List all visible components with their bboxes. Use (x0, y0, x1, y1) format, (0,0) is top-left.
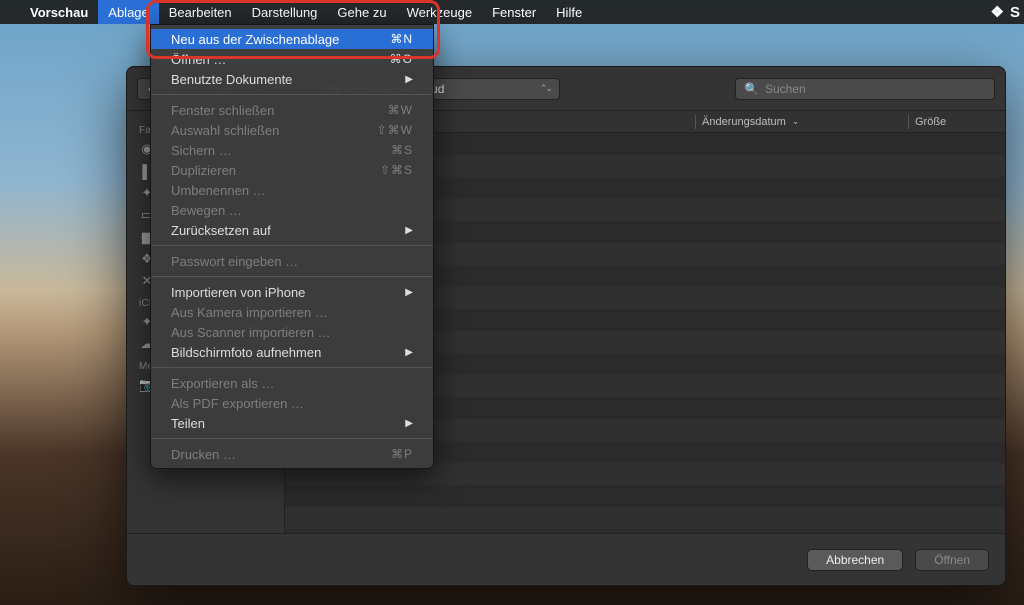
menubar: Vorschau AblageBearbeitenDarstellungGehe… (0, 0, 1024, 24)
chevron-right-icon: ▶ (405, 287, 413, 298)
menu-fenster[interactable]: Fenster (482, 0, 546, 24)
column-date[interactable]: Änderungsdatum ⌄ (702, 116, 902, 128)
menu-item: Als PDF exportieren … (151, 393, 433, 413)
menu-item: Exportieren als … (151, 373, 433, 393)
open-button[interactable]: Öffnen (915, 549, 989, 571)
search-field[interactable]: 🔍 Suchen (735, 78, 995, 100)
menu-ablage[interactable]: Ablage (98, 0, 158, 24)
menu-item[interactable]: Teilen▶ (151, 413, 433, 433)
sort-desc-icon: ⌄ (792, 116, 800, 127)
ablage-menu-dropdown: Neu aus der Zwischenablage⌘NÖffnen …⌘OBe… (150, 24, 434, 469)
menu-item[interactable]: Neu aus der Zwischenablage⌘N (151, 29, 433, 49)
chevron-right-icon: ▶ (405, 225, 413, 236)
menu-item: Passwort eingeben … (151, 251, 433, 271)
menu-item[interactable]: Importieren von iPhone▶ (151, 282, 433, 302)
menu-bearbeiten[interactable]: Bearbeiten (159, 0, 242, 24)
menu-item: Umbenennen … (151, 180, 433, 200)
search-placeholder: Suchen (765, 82, 806, 96)
menu-item[interactable]: Bildschirmfoto aufnehmen▶ (151, 342, 433, 362)
menu-item: Fenster schließen⌘W (151, 100, 433, 120)
dropbox-icon[interactable]: ❖ (991, 3, 1004, 21)
menu-item[interactable]: Benutzte Dokumente▶ (151, 69, 433, 89)
column-size[interactable]: Größe (915, 116, 1005, 128)
chevron-right-icon: ▶ (405, 418, 413, 429)
chevron-right-icon: ▶ (405, 74, 413, 85)
menu-item[interactable]: Öffnen …⌘O (151, 49, 433, 69)
search-icon: 🔍 (744, 82, 759, 96)
dialog-footer: Abbrechen Öffnen (127, 533, 1005, 585)
chevron-right-icon: ▶ (405, 347, 413, 358)
menu-item: Auswahl schließen⇧⌘W (151, 120, 433, 140)
chevron-updown-icon: ⌃⌄ (540, 83, 551, 94)
menu-item: Aus Scanner importieren … (151, 322, 433, 342)
menu-gehe zu[interactable]: Gehe zu (327, 0, 396, 24)
status-icon[interactable]: S (1010, 4, 1020, 21)
menu-item: Drucken …⌘P (151, 444, 433, 464)
menu-hilfe[interactable]: Hilfe (546, 0, 592, 24)
menu-darstellung[interactable]: Darstellung (242, 0, 328, 24)
menu-werkzeuge[interactable]: Werkzeuge (397, 0, 483, 24)
menu-item[interactable]: Zurücksetzen auf▶ (151, 220, 433, 240)
cancel-button[interactable]: Abbrechen (807, 549, 903, 571)
menu-item: Bewegen … (151, 200, 433, 220)
menu-item: Duplizieren⇧⌘S (151, 160, 433, 180)
menu-item: Aus Kamera importieren … (151, 302, 433, 322)
menu-item: Sichern …⌘S (151, 140, 433, 160)
app-name[interactable]: Vorschau (20, 0, 98, 24)
